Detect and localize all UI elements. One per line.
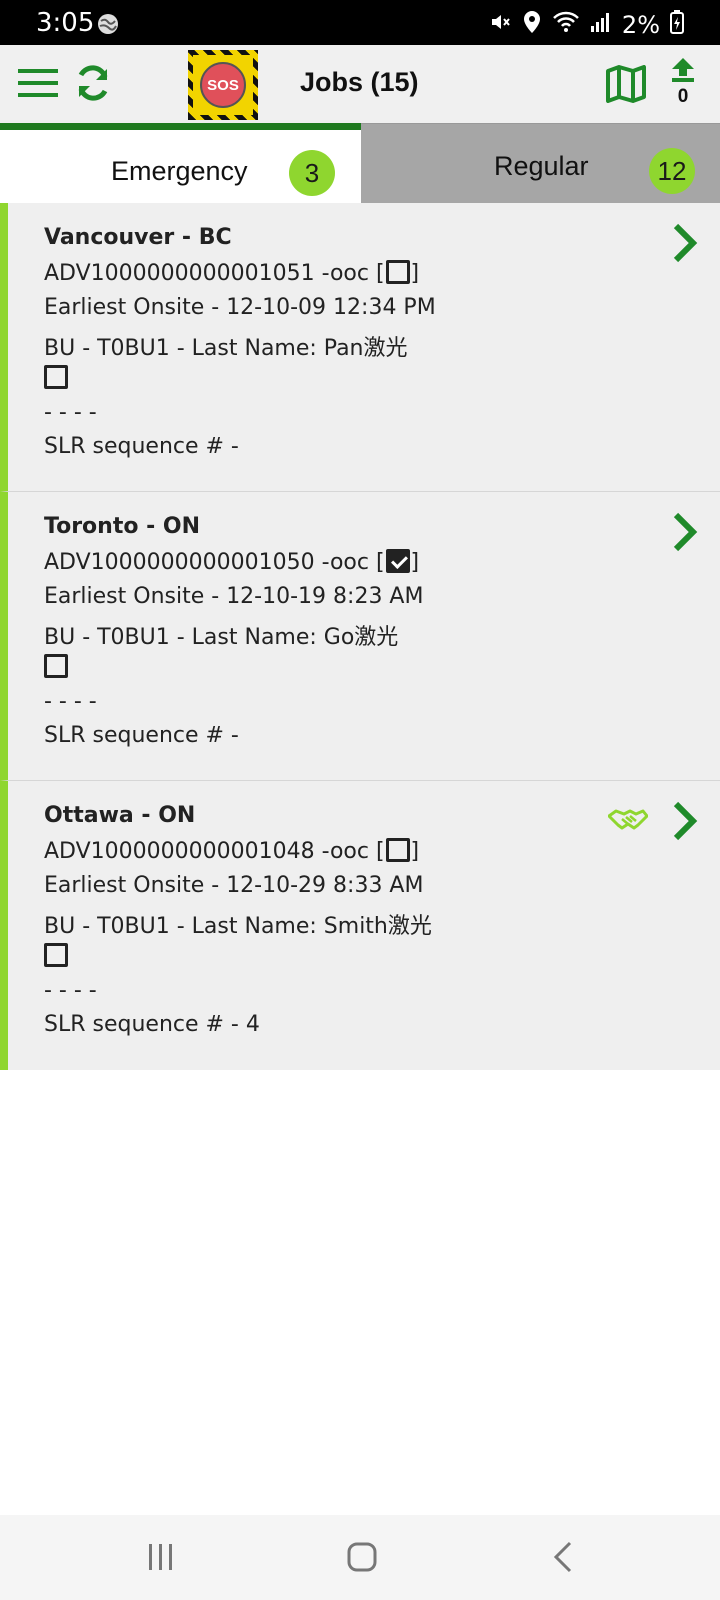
ooc-checkbox[interactable]: [385, 260, 410, 284]
ooc-checkbox-checked[interactable]: [385, 549, 410, 573]
job-id: ADV1000000000001048 -ooc [: [44, 839, 385, 864]
status-icons: 2%: [488, 10, 684, 39]
upload-button[interactable]: 0: [668, 57, 698, 108]
job-id-line: ADV1000000000001050 -ooc []: [44, 549, 419, 575]
job-card[interactable]: Toronto - ON ADV1000000000001050 -ooc []…: [0, 492, 720, 781]
map-icon[interactable]: [606, 65, 646, 108]
job-checkbox[interactable]: [44, 654, 68, 678]
slr-sequence: SLR sequence # - 4: [44, 1012, 260, 1037]
dashes: - - - -: [44, 689, 97, 714]
handshake-icon: [607, 807, 649, 840]
home-icon[interactable]: [347, 1542, 377, 1577]
job-id-line: ADV1000000000001048 -ooc []: [44, 838, 419, 864]
slr-sequence: SLR sequence # -: [44, 723, 239, 748]
bu-last-name: BU - T0BU1 - Last Name: Pan激光: [44, 336, 408, 361]
bracket-close: ]: [410, 839, 420, 864]
slr-sequence: SLR sequence # -: [44, 434, 239, 459]
bu-last-name: BU - T0BU1 - Last Name: Go激光: [44, 625, 399, 650]
battery-percent: 2%: [621, 10, 660, 39]
upload-icon: [670, 58, 696, 87]
earliest-onsite: Earliest Onsite - 12-10-19 8:23 AM: [44, 584, 424, 609]
refresh-icon[interactable]: [73, 63, 113, 108]
dashes: - - - -: [44, 400, 97, 425]
job-checkbox[interactable]: [44, 365, 68, 389]
upload-count: 0: [677, 86, 689, 107]
tab-count-badge: 12: [649, 148, 695, 194]
dashes: - - - -: [44, 978, 97, 1003]
job-id: ADV1000000000001051 -ooc [: [44, 261, 385, 286]
recent-apps-icon[interactable]: [147, 1543, 175, 1576]
job-card[interactable]: Ottawa - ON ADV1000000000001048 -ooc [] …: [0, 781, 720, 1070]
bracket-close: ]: [410, 261, 420, 286]
ooc-checkbox[interactable]: [385, 838, 410, 862]
system-nav-bar: [0, 1515, 720, 1600]
earliest-onsite: Earliest Onsite - 12-10-29 8:33 AM: [44, 873, 424, 898]
back-icon[interactable]: [552, 1541, 574, 1578]
tab-emergency[interactable]: Emergency 3: [0, 123, 361, 203]
job-id: ADV1000000000001050 -ooc [: [44, 550, 385, 575]
earliest-onsite: Earliest Onsite - 12-10-09 12:34 PM: [44, 295, 436, 320]
app-header: SOS Jobs (15) 0: [0, 45, 720, 123]
status-bar: 3:05 2%: [0, 0, 720, 45]
job-tabs: Emergency 3 Regular 12: [0, 123, 720, 203]
tab-label: Regular: [494, 151, 589, 181]
wifi-icon: [552, 10, 580, 39]
job-title: Ottawa - ON: [44, 803, 196, 828]
battery-icon: [670, 10, 684, 39]
page-title: Jobs (15): [300, 67, 419, 97]
job-id-line: ADV1000000000001051 -ooc []: [44, 260, 419, 286]
chevron-right-icon[interactable]: [672, 512, 698, 557]
signal-icon: [590, 10, 612, 39]
globe-icon: [96, 12, 120, 41]
hamburger-icon[interactable]: [18, 67, 58, 104]
job-title: Vancouver - BC: [44, 225, 232, 250]
job-title: Toronto - ON: [44, 514, 201, 539]
sos-inner: SOS: [193, 55, 253, 115]
sos-button[interactable]: SOS: [188, 50, 258, 120]
sos-label: SOS: [200, 62, 246, 108]
tab-label: Emergency: [111, 156, 248, 186]
location-icon: [522, 10, 542, 39]
tab-count-badge: 3: [289, 150, 335, 196]
bracket-close: ]: [410, 550, 420, 575]
status-time: 3:05: [36, 8, 95, 38]
tab-regular[interactable]: Regular 12: [361, 123, 720, 203]
chevron-right-icon[interactable]: [672, 801, 698, 846]
bu-last-name: BU - T0BU1 - Last Name: Smith激光: [44, 914, 432, 939]
chevron-right-icon[interactable]: [672, 223, 698, 268]
mute-icon: [488, 10, 512, 39]
job-list: Vancouver - BC ADV1000000000001051 -ooc …: [0, 203, 720, 1070]
job-checkbox[interactable]: [44, 943, 68, 967]
job-card[interactable]: Vancouver - BC ADV1000000000001051 -ooc …: [0, 203, 720, 492]
